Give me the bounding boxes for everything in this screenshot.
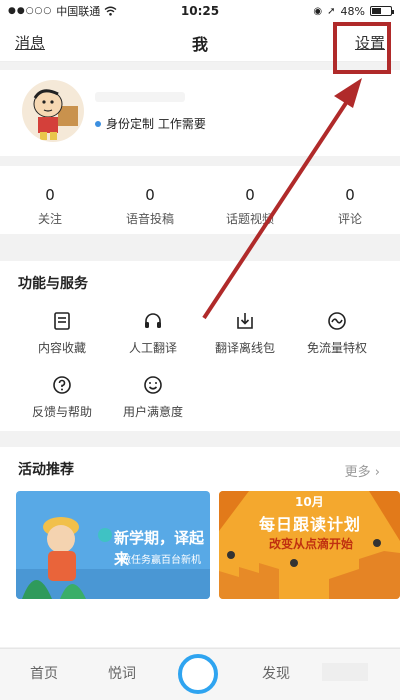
banner2-subtitle: 改变从点滴开始 [269, 537, 354, 551]
identity-tag[interactable]: 身份定制 工作需要 [95, 115, 206, 132]
battery-icon [370, 6, 394, 16]
stat-value: 0 [345, 186, 355, 204]
location-icon: ➚ [327, 5, 336, 17]
tab-discover[interactable]: 发现 [262, 663, 290, 683]
smile-icon [144, 376, 162, 394]
stat-voice-posts[interactable]: 0 语音投稿 [100, 166, 200, 234]
banner-daily-reading[interactable]: 10月 每日跟读计划 改变从点滴开始 [219, 491, 400, 599]
activities-title: 活动推荐 [18, 462, 74, 478]
stat-label: 话题视频 [225, 212, 274, 226]
service-label: 翻译离线包 [214, 341, 275, 355]
bookmark-icon [54, 312, 70, 330]
service-label: 免流量特权 [306, 341, 367, 355]
more-label: 更多 [344, 465, 371, 480]
banner-new-semester[interactable]: 新学期，译起来 做任务赢百台新机 [16, 491, 210, 599]
banner2-month: 10月 [295, 495, 324, 509]
stat-follow[interactable]: 0 关注 [0, 166, 100, 234]
chevron-right-icon: › [374, 465, 380, 480]
service-favorites[interactable]: 内容收藏 [17, 311, 107, 356]
tab-home[interactable]: 首页 [30, 663, 58, 683]
service-free-data[interactable]: 免流量特权 [292, 311, 382, 356]
stat-label: 评论 [337, 212, 362, 226]
stat-value: 0 [45, 186, 55, 204]
help-icon [53, 376, 71, 394]
tab-vocab[interactable]: 悦词 [108, 663, 136, 683]
messages-link[interactable]: 消息 [15, 32, 45, 53]
service-label: 内容收藏 [37, 341, 86, 355]
stat-topic-videos[interactable]: 0 话题视频 [200, 166, 300, 234]
services-section: 功能与服务 内容收藏 人工翻译 翻译离线包 免流量特权 反馈与帮助 用户满意度 [0, 261, 400, 431]
services-title: 功能与服务 [18, 276, 88, 292]
tab-placeholder [322, 663, 368, 681]
stat-comments[interactable]: 0 评论 [300, 166, 400, 234]
username-placeholder [95, 92, 185, 102]
activities-section: 活动推荐 更多 › 新学期，译起来 做任务赢百台新机 10月 每日跟读计划 改变… [0, 447, 400, 647]
download-icon [237, 313, 253, 329]
stat-value: 0 [145, 186, 155, 204]
service-feedback[interactable]: 反馈与帮助 [17, 375, 107, 420]
service-label: 用户满意度 [122, 405, 183, 419]
banner2-title: 每日跟读计划 [259, 515, 362, 534]
profile-card[interactable]: 身份定制 工作需要 [0, 70, 400, 156]
banner1-subtitle: 做任务赢百台新机 [121, 555, 201, 566]
service-label: 反馈与帮助 [31, 405, 92, 419]
stat-value: 0 [245, 186, 255, 204]
stats-row: 0 关注 0 语音投稿 0 话题视频 0 评论 [0, 166, 400, 234]
wave-icon [328, 312, 346, 330]
status-bar: ●●○○○ 中国联通 10:25 ◉ ➚ 48% [0, 0, 400, 22]
carrier-name: 中国联通 [56, 5, 101, 18]
voice-assistant-button[interactable] [178, 654, 218, 694]
service-human-translation[interactable]: 人工翻译 [108, 311, 198, 356]
tag-dot-icon [95, 120, 101, 127]
annotation-highlight-box [333, 22, 391, 74]
stat-label: 关注 [37, 212, 62, 226]
stat-label: 语音投稿 [125, 212, 174, 226]
headset-icon [145, 313, 161, 328]
identity-tag-label: 身份定制 工作需要 [106, 117, 206, 131]
avatar[interactable] [22, 80, 84, 142]
battery-percent: 48% [340, 4, 365, 18]
signal-icon: ●●○○○ [8, 6, 53, 16]
service-label: 人工翻译 [128, 341, 177, 355]
wifi-icon [104, 6, 117, 16]
avatar-cartoon-icon [33, 89, 78, 140]
more-link[interactable]: 更多 › [345, 461, 380, 480]
service-offline-pack[interactable]: 翻译离线包 [200, 311, 290, 356]
service-satisfaction[interactable]: 用户满意度 [108, 375, 198, 420]
lock-rotation-icon: ◉ [313, 5, 323, 17]
